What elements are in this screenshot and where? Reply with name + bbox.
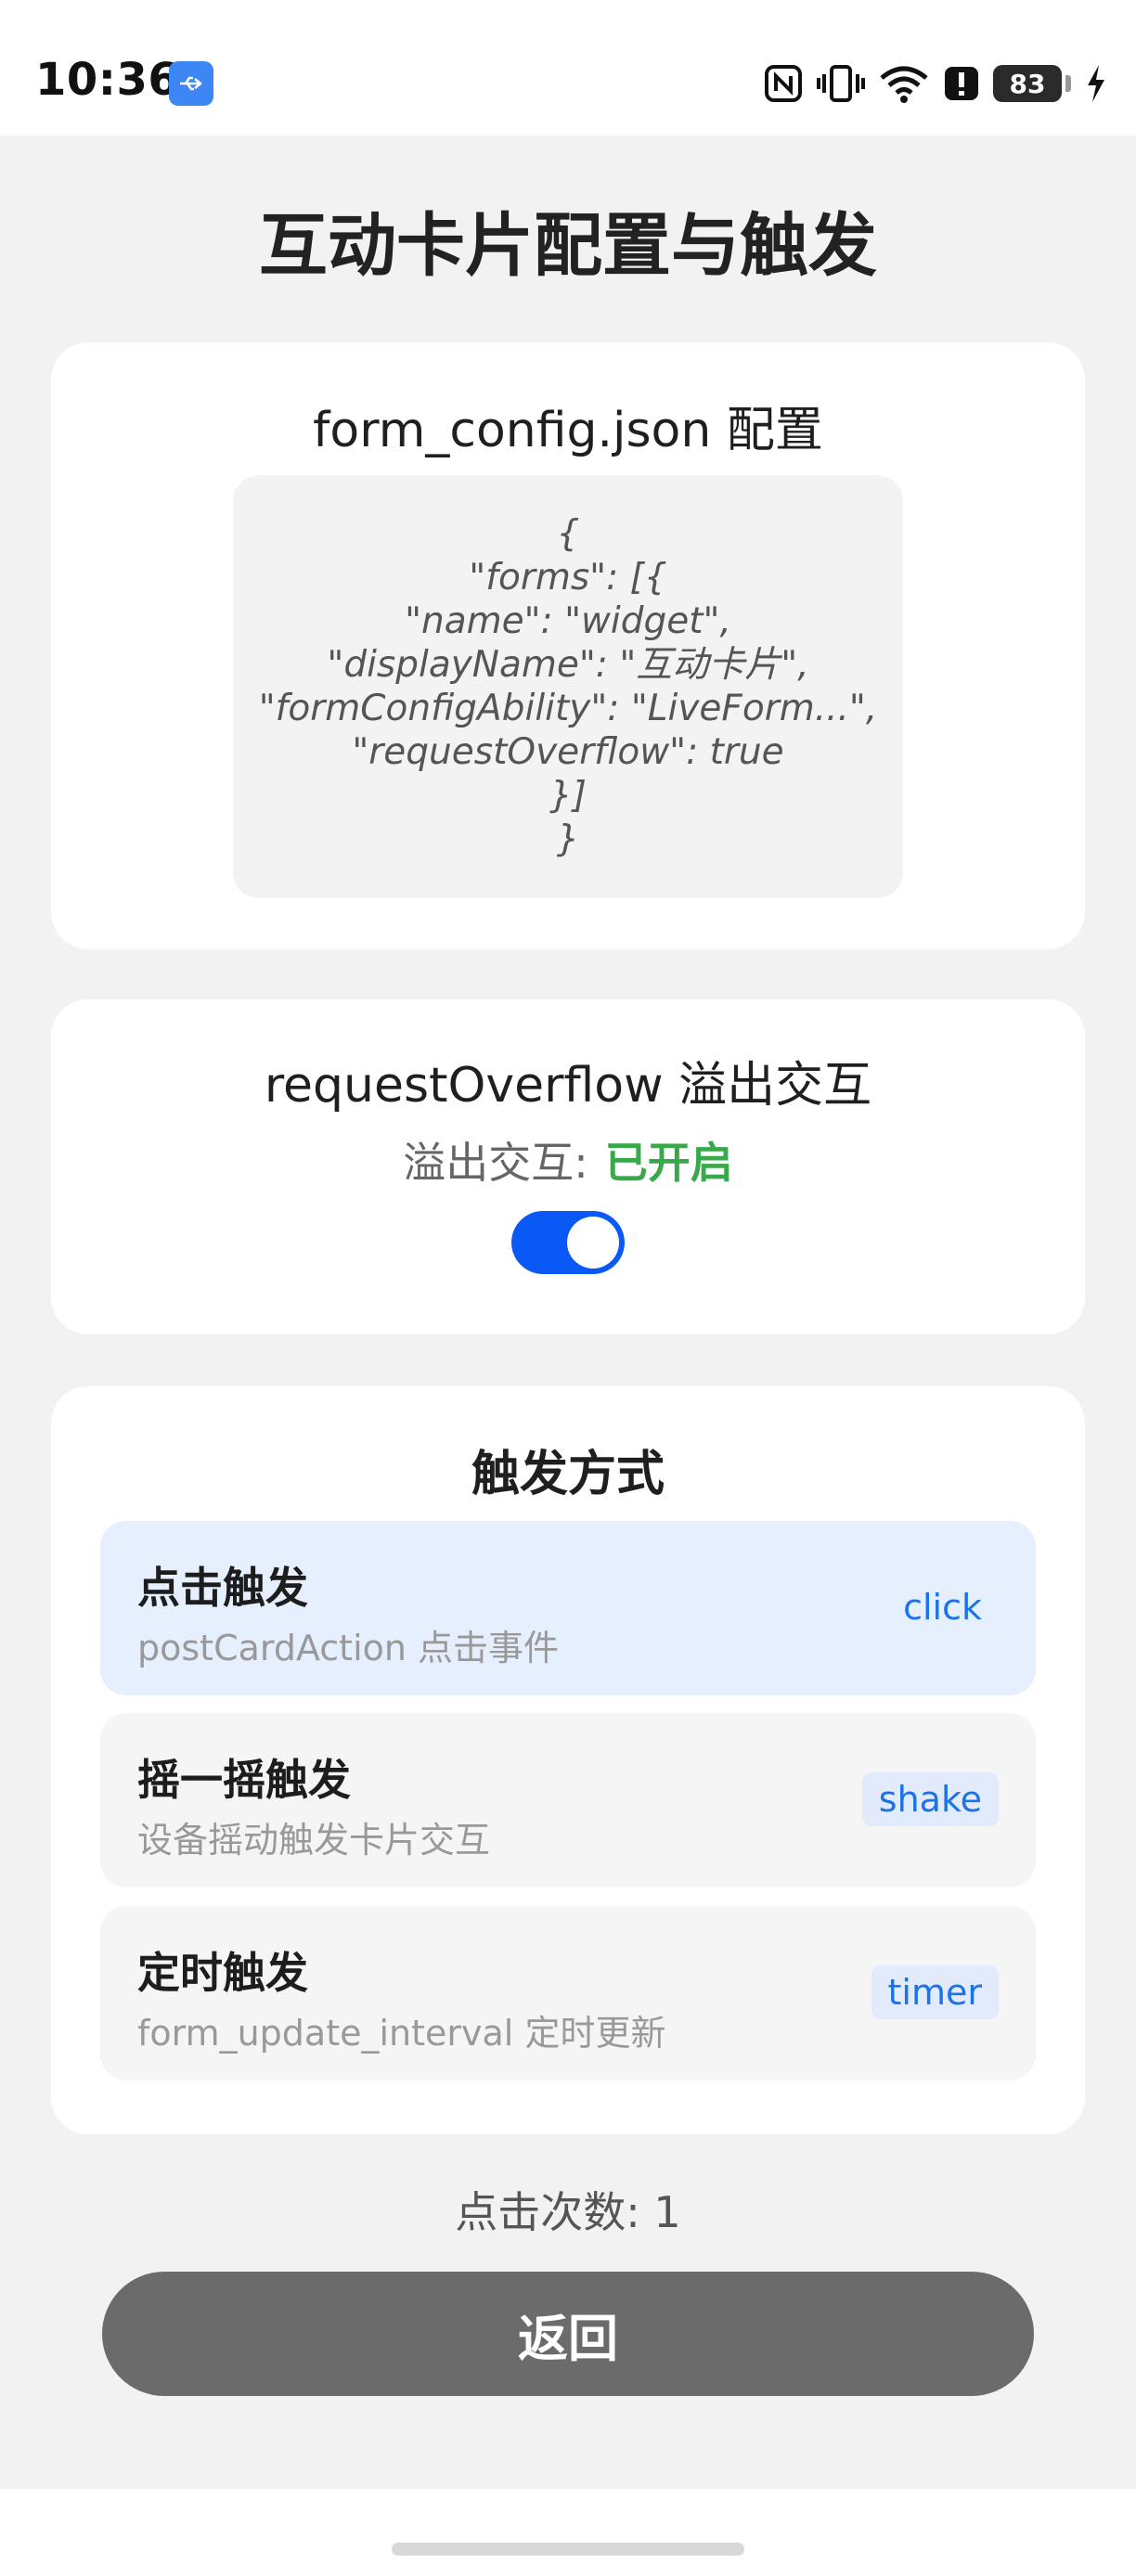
wifi-icon [878, 63, 930, 104]
code-line: }] [549, 775, 587, 817]
trigger-tag: click [903, 1587, 982, 1628]
overflow-status-value: 已开启 [604, 1138, 733, 1188]
trigger-item-title: 摇一摇触发 [137, 1755, 351, 1805]
code-line: "requestOverflow": true [352, 731, 784, 773]
navigation-bar [0, 2489, 1136, 2576]
overflow-card: requestOverflow 溢出交互 溢出交互: 已开启 [51, 999, 1085, 1334]
code-line: "displayName": "互动卡片", [327, 644, 809, 686]
trigger-card: 触发方式 点击触发 postCardAction 点击事件 click 摇一摇触… [51, 1386, 1085, 2134]
code-line: "formConfigAbility": "LiveForm...", [258, 688, 878, 729]
battery-indicator: 83 [993, 65, 1062, 102]
page-title: 互动卡片配置与触发 [259, 206, 877, 286]
nfc-icon [763, 63, 804, 104]
back-button[interactable]: 返回 [102, 2272, 1034, 2396]
battery-cap [1065, 75, 1071, 92]
code-block: { "forms": [{ "name": "widget", "display… [233, 475, 903, 898]
status-time: 10:36 [35, 54, 180, 106]
config-card: form_config.json 配置 { "forms": [{ "name"… [51, 342, 1085, 949]
trigger-item-timer[interactable]: 定时触发 form_update_interval 定时更新 timer [100, 1906, 1036, 2080]
overflow-status-label: 溢出交互: [403, 1138, 588, 1188]
trigger-tag: timer [871, 1965, 999, 2019]
trigger-item-desc: form_update_interval 定时更新 [137, 2013, 666, 2054]
toggle-knob [567, 1217, 619, 1269]
click-count: 点击次数: 1 [455, 2187, 681, 2237]
status-bar: 10:36 83 [0, 0, 1136, 135]
home-indicator[interactable] [392, 2543, 744, 2556]
code-line: { [556, 513, 580, 555]
trigger-item-shake[interactable]: 摇一摇触发 设备摇动触发卡片交互 shake [100, 1713, 1036, 1887]
alert-icon [943, 63, 980, 104]
code-line: "name": "widget", [405, 600, 731, 642]
usb-icon [169, 61, 213, 106]
vibrate-icon [817, 63, 865, 104]
overflow-card-title: requestOverflow 溢出交互 [264, 1058, 872, 1114]
lightning-icon [1084, 63, 1108, 104]
status-icons: 83 [763, 58, 1108, 109]
overflow-status: 溢出交互: 已开启 [51, 1129, 1085, 1191]
code-line: "forms": [{ [469, 557, 667, 599]
overflow-toggle[interactable] [511, 1211, 625, 1274]
trigger-card-title: 触发方式 [471, 1447, 665, 1502]
trigger-item-title: 定时触发 [137, 1948, 308, 1998]
trigger-tag: shake [861, 1772, 999, 1826]
trigger-item-title: 点击触发 [137, 1563, 308, 1613]
trigger-item-click[interactable]: 点击触发 postCardAction 点击事件 click [100, 1521, 1036, 1695]
code-line: } [556, 818, 580, 860]
trigger-item-desc: 设备摇动触发卡片交互 [137, 1820, 491, 1861]
trigger-item-desc: postCardAction 点击事件 [137, 1628, 560, 1668]
config-card-title: form_config.json 配置 [313, 403, 823, 458]
